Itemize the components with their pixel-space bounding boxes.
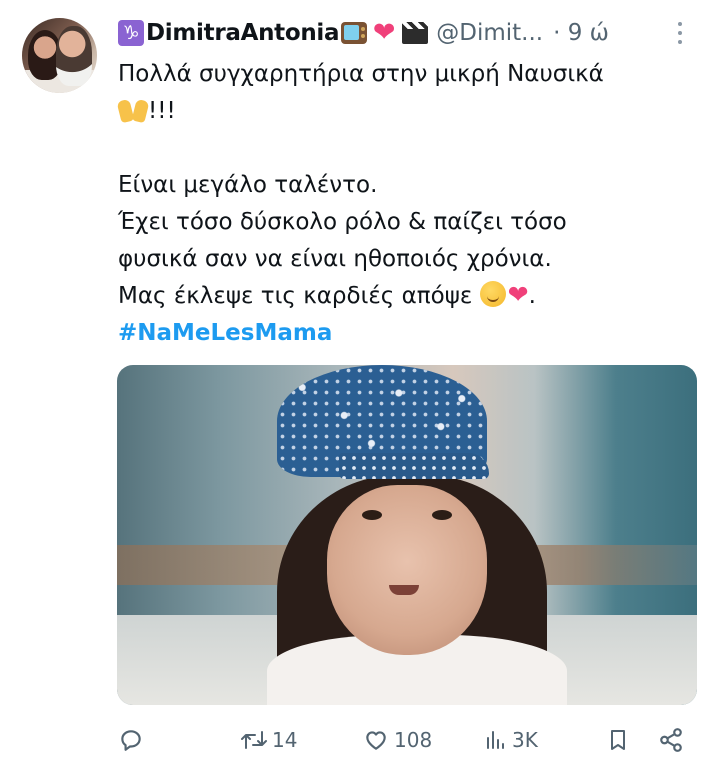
share-icon	[660, 728, 682, 752]
tweet-line: Μας έκλεψε τις καρδιές απόψε ❤.	[118, 280, 536, 309]
retweet-button[interactable]: 14	[240, 722, 297, 758]
views-chart-icon	[487, 731, 504, 749]
tweet-line: Έχει τόσο δύσκολο ρόλο & παίζει τόσο	[118, 209, 567, 235]
raising-hands-icon	[118, 96, 148, 122]
share-button[interactable]	[658, 722, 684, 758]
heart-outline-icon	[366, 731, 386, 750]
tweet-header: ♑ DimitraAntonia ❤ @Dimit... · 9 ώ	[118, 16, 609, 50]
hashtag-link[interactable]: #NaMeLesMama	[118, 320, 332, 346]
tweet-actions: 14 108 3K	[118, 722, 693, 758]
image-girl-eye	[362, 510, 382, 520]
timestamp[interactable]: · 9 ώ	[553, 20, 609, 46]
user-handle[interactable]: @Dimit...	[436, 20, 543, 46]
display-name[interactable]: DimitraAntonia	[146, 20, 340, 46]
views-button[interactable]: 3K	[484, 722, 538, 758]
hugging-face-icon	[479, 281, 506, 307]
capricorn-icon: ♑	[118, 20, 144, 46]
avatar[interactable]	[22, 18, 97, 93]
red-heart-icon: ❤	[507, 280, 529, 309]
views-count: 3K	[512, 728, 538, 752]
avatar-person-right	[56, 26, 92, 86]
tweet-line: Είναι μεγάλο ταλέντο.	[118, 172, 378, 198]
reply-button[interactable]	[118, 722, 148, 758]
tweet-image[interactable]	[117, 365, 697, 705]
tweet-line: !!!	[118, 93, 693, 130]
like-button[interactable]: 108	[362, 722, 432, 758]
like-count: 108	[394, 728, 433, 752]
clapper-board-icon	[402, 22, 429, 44]
image-girl-face	[327, 485, 487, 655]
retweet-count: 14	[272, 728, 298, 752]
more-options-icon[interactable]	[676, 22, 684, 48]
bookmark-button[interactable]	[606, 722, 630, 758]
image-girl-eye	[432, 510, 452, 520]
red-heart-icon: ❤	[372, 17, 396, 48]
bookmark-icon	[611, 730, 625, 750]
tweet-text: Πολλά συγχαρητήρια στην μικρή Ναυσικά !!…	[118, 56, 693, 352]
reply-icon	[121, 730, 141, 751]
tweet-line: Πολλά συγχαρητήρια στην μικρή Ναυσικά	[118, 61, 604, 87]
tweet-line: φυσικά σαν να είναι ηθοποιός χρόνια.	[118, 246, 552, 272]
tv-icon	[341, 22, 368, 44]
image-cap-brim	[339, 453, 489, 479]
tweet-line: #NaMeLesMama	[118, 315, 693, 352]
retweet-icon	[241, 731, 267, 749]
